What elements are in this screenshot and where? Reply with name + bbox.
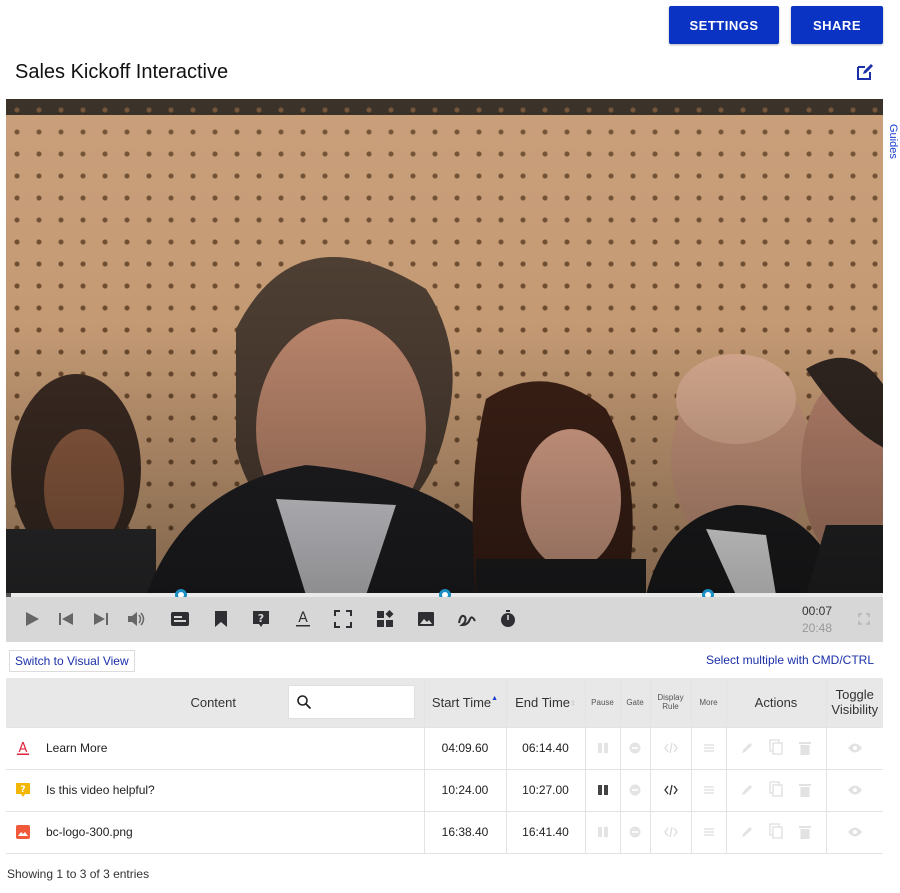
gallery-icon[interactable] (373, 607, 397, 631)
text-icon[interactable]: A (291, 607, 315, 631)
interactions-table: Content Start Time▲ End Time⇳ Pause Gate… (6, 678, 883, 854)
start-time-cell: 10:24.00 (423, 769, 506, 812)
question-icon: ? (16, 783, 30, 798)
table-row[interactable]: A Learn More 04:09.60 06:14.40 (6, 727, 883, 770)
search-input[interactable] (317, 695, 407, 710)
sort-ascending-icon: ▲ (491, 694, 499, 702)
edit-title-icon[interactable] (855, 62, 875, 82)
display-rule-icon[interactable] (663, 740, 679, 756)
content-cell: bc-logo-300.png (6, 811, 424, 854)
start-time-cell: 04:09.60 (423, 727, 506, 770)
duplicate-icon[interactable] (768, 822, 784, 839)
skip-back-icon[interactable] (54, 607, 78, 631)
svg-text:A: A (19, 741, 28, 755)
more-settings-icon[interactable] (701, 824, 717, 840)
share-button[interactable]: SHARE (791, 6, 883, 44)
more-settings-icon[interactable] (701, 740, 717, 756)
duplicate-icon[interactable] (768, 780, 784, 797)
visibility-eye-icon[interactable] (847, 740, 863, 756)
switch-to-visual-view-button[interactable]: Switch to Visual View (9, 650, 135, 672)
bookmark-icon[interactable] (209, 607, 233, 631)
hotspot-icon[interactable] (331, 607, 355, 631)
gate-toggle-icon[interactable] (627, 782, 643, 798)
toggle-visibility-column-header: Toggle Visibility (825, 678, 883, 728)
more-settings-icon[interactable] (701, 782, 717, 798)
page-title: Sales Kickoff Interactive (15, 61, 229, 83)
table-row[interactable]: ? Is this video helpful? 10:24.00 10:27.… (6, 769, 883, 812)
content-cell: ? Is this video helpful? (6, 769, 424, 812)
content-cell: A Learn More (6, 727, 424, 770)
actions-column-header: Actions (725, 678, 826, 728)
visibility-eye-icon[interactable] (847, 824, 863, 840)
display-rule-icon[interactable] (663, 824, 679, 840)
visibility-eye-icon[interactable] (847, 782, 863, 798)
skip-forward-icon[interactable] (89, 607, 113, 631)
end-time-cell: 10:27.00 (505, 769, 585, 812)
settings-button[interactable]: SETTINGS (669, 6, 779, 44)
select-multiple-hint: Select multiple with CMD/CTRL (705, 653, 874, 667)
gate-toggle-icon[interactable] (627, 824, 643, 840)
image-icon (16, 825, 30, 840)
more-column-header: More (690, 678, 726, 728)
svg-text:A: A (298, 610, 308, 626)
sort-neutral-icon: ⇳ (570, 700, 576, 708)
image-icon[interactable] (414, 607, 438, 631)
player-controls: ? A 00:07 20:48 (6, 597, 883, 642)
display-rule-column-header: Display Rule (649, 678, 691, 728)
play-icon[interactable] (20, 607, 44, 631)
scribble-icon[interactable] (455, 607, 479, 631)
search-box[interactable] (288, 685, 415, 720)
delete-icon[interactable] (797, 824, 813, 840)
svg-text:?: ? (258, 612, 264, 625)
text-annotation-icon: A (16, 741, 30, 756)
fullscreen-icon[interactable] (852, 607, 876, 631)
table-header-row: Content Start Time▲ End Time⇳ Pause Gate… (6, 678, 883, 728)
duplicate-icon[interactable] (768, 738, 784, 755)
edit-icon[interactable] (739, 824, 755, 840)
question-icon[interactable]: ? (249, 607, 273, 631)
guides-tab[interactable]: Guides (885, 124, 899, 159)
edit-icon[interactable] (739, 782, 755, 798)
content-column-header[interactable]: Content (6, 678, 288, 728)
end-time-cell: 06:14.40 (505, 727, 585, 770)
total-duration: 20:48 (802, 621, 833, 635)
search-cell (288, 678, 424, 728)
start-time-column-header[interactable]: Start Time▲ (423, 678, 506, 728)
entries-info: Showing 1 to 3 of 3 entries (7, 867, 150, 881)
start-time-cell: 16:38.40 (423, 811, 506, 854)
gate-toggle-icon[interactable] (627, 740, 643, 756)
pause-toggle-icon[interactable] (595, 824, 611, 840)
timer-icon[interactable] (496, 607, 520, 631)
delete-icon[interactable] (797, 740, 813, 756)
delete-icon[interactable] (797, 782, 813, 798)
end-time-cell: 16:41.40 (505, 811, 585, 854)
video-frame[interactable] (6, 99, 883, 595)
pause-toggle-icon[interactable] (595, 782, 611, 798)
volume-icon[interactable] (124, 607, 148, 631)
caption-icon[interactable] (168, 607, 192, 631)
edit-icon[interactable] (739, 740, 755, 756)
gate-column-header: Gate (619, 678, 650, 728)
pause-column-header: Pause (584, 678, 620, 728)
end-time-column-header[interactable]: End Time⇳ (505, 678, 585, 728)
video-shade (6, 99, 883, 595)
display-rule-icon[interactable] (663, 782, 679, 798)
svg-text:?: ? (20, 785, 25, 795)
table-row[interactable]: bc-logo-300.png 16:38.40 16:41.40 (6, 811, 883, 854)
current-time: 00:07 (802, 604, 833, 618)
pause-toggle-icon[interactable] (595, 740, 611, 756)
search-icon (297, 695, 311, 710)
